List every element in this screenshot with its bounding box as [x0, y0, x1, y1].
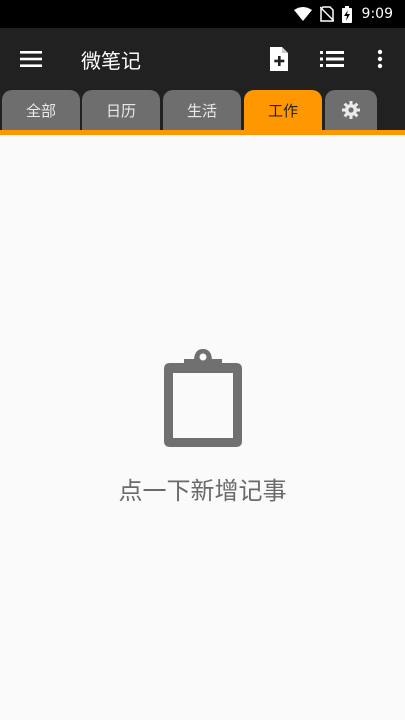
hamburger-menu-icon[interactable]	[20, 48, 42, 70]
list-view-icon	[320, 51, 344, 67]
notes-list-empty: 点一下新增记事	[0, 135, 405, 720]
battery-charging-icon	[341, 5, 352, 23]
tab-all-label: 全部	[25, 101, 56, 120]
new-note-button[interactable]	[266, 46, 292, 72]
clipboard-icon	[164, 349, 242, 447]
tab-work-label: 工作	[267, 101, 298, 120]
new-note-icon	[270, 47, 288, 71]
status-time: 9:09	[361, 6, 393, 22]
empty-state-text[interactable]: 点一下新增记事	[0, 471, 405, 506]
tab-life[interactable]: 生活	[163, 90, 241, 130]
no-sim-icon	[319, 6, 334, 22]
tab-strip: 全部 日历 生活 工作	[0, 90, 405, 132]
tab-work[interactable]: 工作	[244, 90, 322, 130]
status-bar: 9:09	[0, 0, 405, 28]
status-icons: 9:09	[293, 0, 393, 28]
tab-calendar-label: 日历	[105, 101, 136, 120]
wifi-icon	[293, 7, 312, 21]
tab-life-label: 生活	[186, 101, 217, 120]
tab-all[interactable]: 全部	[2, 90, 80, 130]
gear-icon	[342, 101, 360, 119]
tab-settings[interactable]	[325, 90, 377, 130]
list-view-button[interactable]	[319, 46, 345, 72]
app-title: 微笔记	[81, 49, 141, 73]
tab-calendar[interactable]: 日历	[82, 90, 160, 130]
overflow-menu-icon	[377, 49, 383, 69]
app-bar: 微笔记	[0, 28, 405, 90]
overflow-menu-button[interactable]	[367, 46, 393, 72]
